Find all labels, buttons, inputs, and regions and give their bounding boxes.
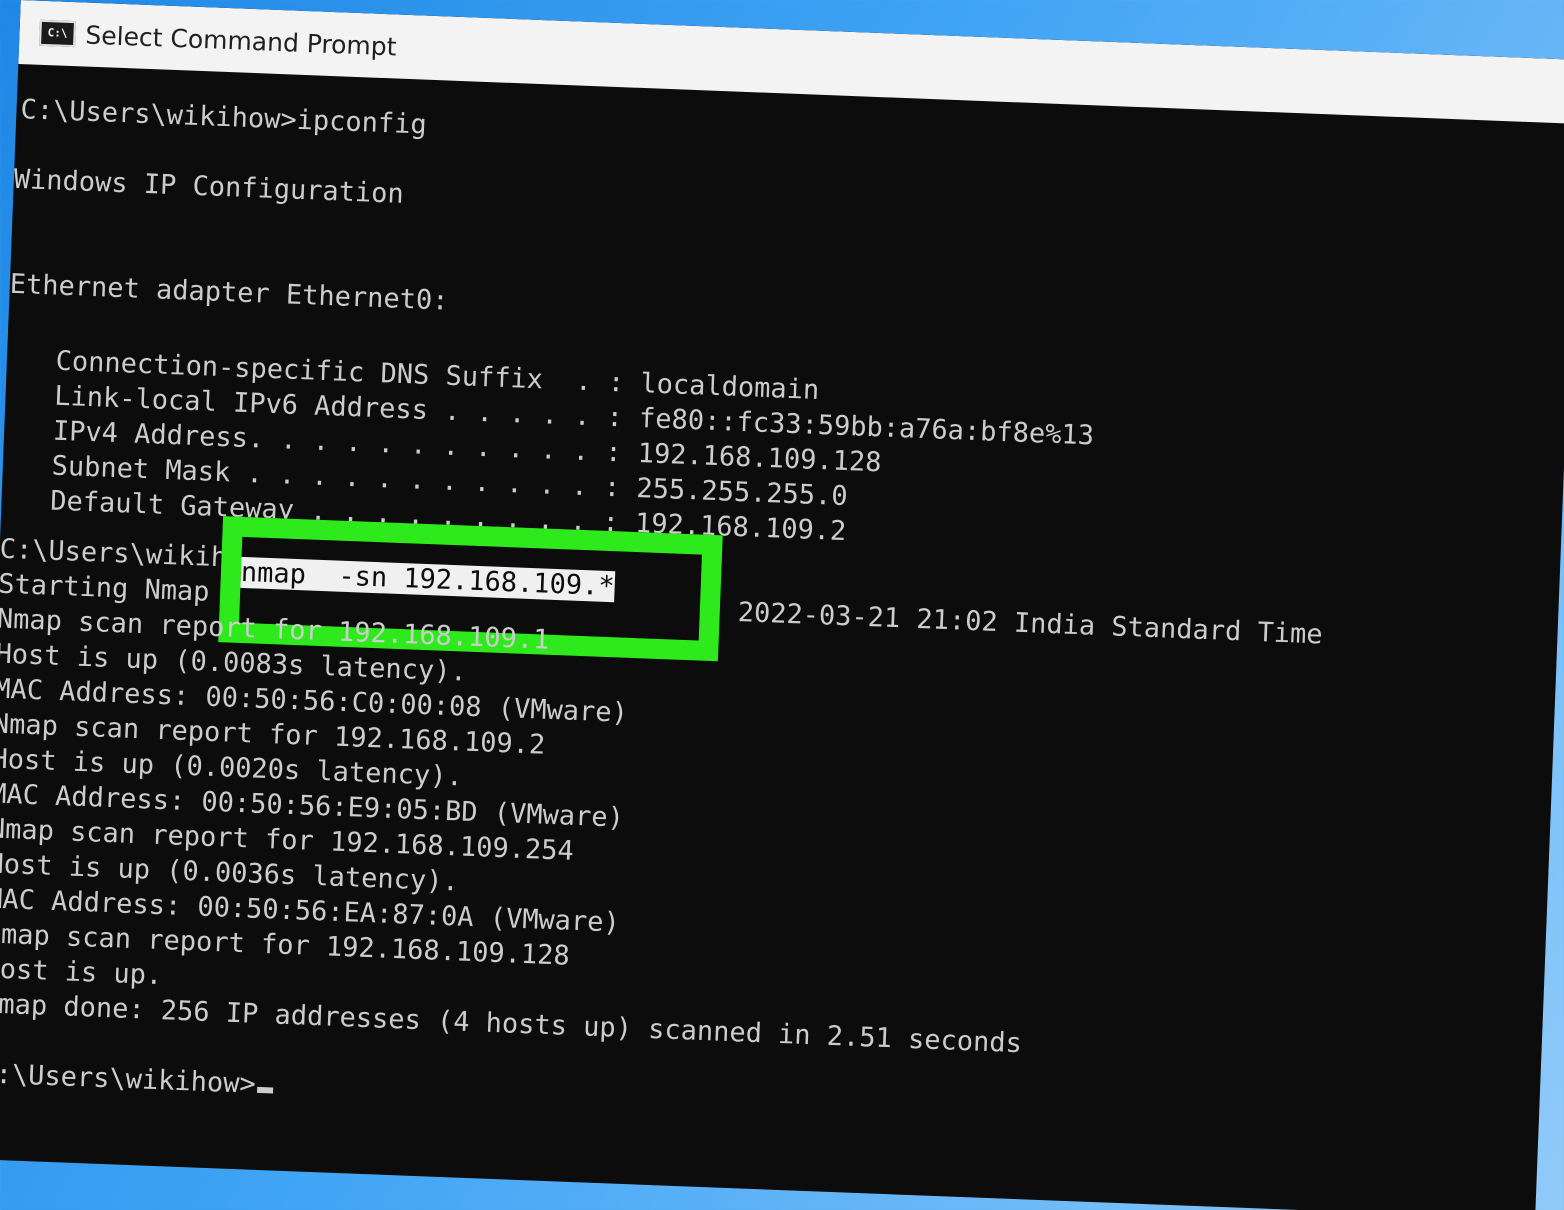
prompt-final[interactable]: C:\Users\wikihow> — [0, 1058, 274, 1100]
window-title: Select Command Prompt — [84, 20, 398, 61]
tilted-screen: C:\ Select Command Prompt C:\Users\wikih… — [0, 0, 1564, 1210]
cmd-icon: C:\ — [39, 19, 76, 48]
nmap-command: nmap -sn 192.168.109.* — [240, 556, 616, 603]
command-prompt-window[interactable]: C:\ Select Command Prompt C:\Users\wikih… — [0, 0, 1564, 1210]
ip-config-header: Windows IP Configuration — [13, 163, 405, 210]
starting-time: 2022-03-21 21:02 India Standard Time — [737, 597, 1324, 651]
nmap-done-line: Nmap done: 256 IP addresses (4 hosts up)… — [0, 988, 1023, 1060]
host-line-4: Host is up. — [0, 953, 163, 992]
console-output[interactable]: C:\Users\wikihow>ipconfig Windows IP Con… — [0, 64, 1564, 1210]
starting-nmap: Starting Nmap — [0, 568, 211, 608]
text-cursor — [257, 1086, 274, 1094]
adapter-heading: Ethernet adapter Ethernet0: — [9, 268, 450, 317]
prompt-ipconfig: C:\Users\wikihow>ipconfig — [19, 94, 428, 141]
